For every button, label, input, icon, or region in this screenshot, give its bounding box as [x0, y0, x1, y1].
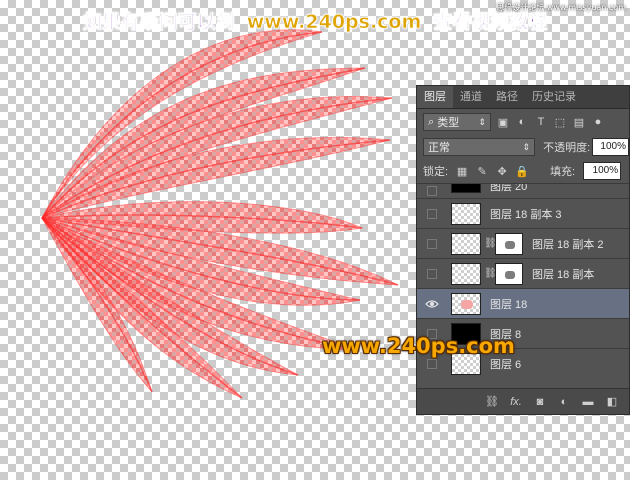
type-filter-icon[interactable]: T [534, 115, 548, 129]
layer-mask-thumbnail[interactable] [495, 232, 523, 255]
filter-toggle-icon[interactable]: ● [591, 115, 605, 129]
new-layer-icon[interactable]: ◧ [605, 395, 619, 408]
visibility-toggle[interactable] [424, 184, 440, 199]
layer-thumbnail [451, 184, 481, 193]
search-icon: ⌕ [428, 115, 435, 128]
lock-position-icon[interactable]: ✥ [496, 165, 508, 178]
visibility-toggle[interactable] [424, 236, 440, 252]
visibility-toggle[interactable] [424, 266, 440, 282]
layer-thumbnail [451, 202, 481, 225]
shape-filter-icon[interactable]: ⬚ [553, 115, 567, 129]
link-layers-icon[interactable]: ⛓ [485, 395, 499, 408]
layer-thumbnail [451, 292, 481, 315]
link-icon[interactable]: ⛓ [484, 268, 497, 279]
blend-mode-select[interactable]: 正常 ⇕ [423, 138, 536, 156]
fill-label: 填充: [550, 166, 576, 178]
opacity-label: 不透明度: [543, 142, 591, 154]
tab-paths[interactable]: 路径 [489, 86, 525, 108]
fill-input[interactable]: 100% [583, 162, 622, 180]
layer-thumbnail [451, 262, 481, 285]
add-mask-icon[interactable]: ◙ [533, 396, 547, 408]
lock-all-icon[interactable]: 🔒 [515, 165, 529, 178]
layer-row[interactable]: ⛓ 图层 18 副本 [417, 259, 629, 289]
layer-row[interactable]: 图层 20 [417, 184, 629, 199]
blend-row: 正常 ⇕ 不透明度: 100% [417, 135, 629, 159]
pixel-filter-icon[interactable]: ▣ [496, 115, 510, 129]
visibility-toggle[interactable] [424, 206, 440, 222]
layers-panel: 图层 通道 路径 历史记录 ⌕ 类型 ⇕ ▣ ◐ T ⬚ ▤ ● 正常 ⇕ 不透明度… [416, 85, 630, 415]
lock-label: 锁定: [423, 166, 449, 178]
lock-paint-icon[interactable]: ✎ [476, 165, 488, 178]
fx-icon[interactable]: fx. [509, 396, 523, 408]
smart-object-filter-icon[interactable]: ▤ [572, 115, 586, 129]
adjustment-layer-icon[interactable]: ◐ [557, 396, 571, 408]
filter-row: ⌕ 类型 ⇕ ▣ ◐ T ⬚ ▤ ● [417, 109, 629, 135]
adjustment-filter-icon[interactable]: ◐ [515, 115, 529, 129]
opacity-input[interactable]: 100% [592, 138, 629, 156]
tab-layers[interactable]: 图层 [417, 86, 453, 108]
stepper-icon: ⇕ [478, 116, 486, 127]
layer-name: 图层 18 副本 [532, 268, 595, 281]
new-group-icon[interactable]: ▬ [581, 396, 595, 408]
layer-row-selected[interactable]: 图层 18 [417, 289, 629, 319]
layer-name: 图层 18 副本 2 [532, 238, 604, 251]
layer-row[interactable]: 图层 18 副本 3 [417, 199, 629, 229]
layer-row[interactable]: ⛓ 图层 18 副本 2 [417, 229, 629, 259]
layer-name: 图层 20 [490, 184, 528, 193]
tab-channels[interactable]: 通道 [453, 86, 489, 108]
filter-kind-select[interactable]: ⌕ 类型 ⇕ [423, 113, 491, 131]
panel-bottom-bar: ⛓ fx. ◙ ◐ ▬ ◧ [417, 388, 629, 414]
stepper-icon: ⇕ [522, 141, 531, 152]
tab-history[interactable]: 历史记录 [525, 86, 583, 108]
lock-row: 锁定: ▦ ✎ ✥ 🔒 填充: 100% [417, 159, 629, 184]
layer-name: 图层 18 副本 3 [490, 208, 562, 221]
banner-url[interactable]: www.240ps.com [246, 11, 421, 34]
eye-icon[interactable] [424, 296, 440, 312]
link-icon[interactable]: ⛓ [484, 238, 497, 249]
lock-transparent-icon[interactable]: ▦ [456, 165, 468, 178]
blend-mode-value: 正常 [428, 142, 450, 154]
overlay-url-watermark: www.240ps.com [322, 334, 515, 358]
banner-left-text: 如果有疑问可以到 [82, 11, 235, 34]
layer-thumbnail [451, 232, 481, 255]
watermark: 思缘设计论坛 www.missyuan.com [496, 3, 626, 12]
filter-kind-value: 类型 [437, 117, 460, 129]
banner-right-text: 查看视频教程 [433, 11, 548, 34]
panel-tabs: 图层 通道 路径 历史记录 [417, 86, 629, 109]
layer-mask-thumbnail[interactable] [495, 262, 523, 285]
layer-name: 图层 18 [490, 298, 528, 311]
